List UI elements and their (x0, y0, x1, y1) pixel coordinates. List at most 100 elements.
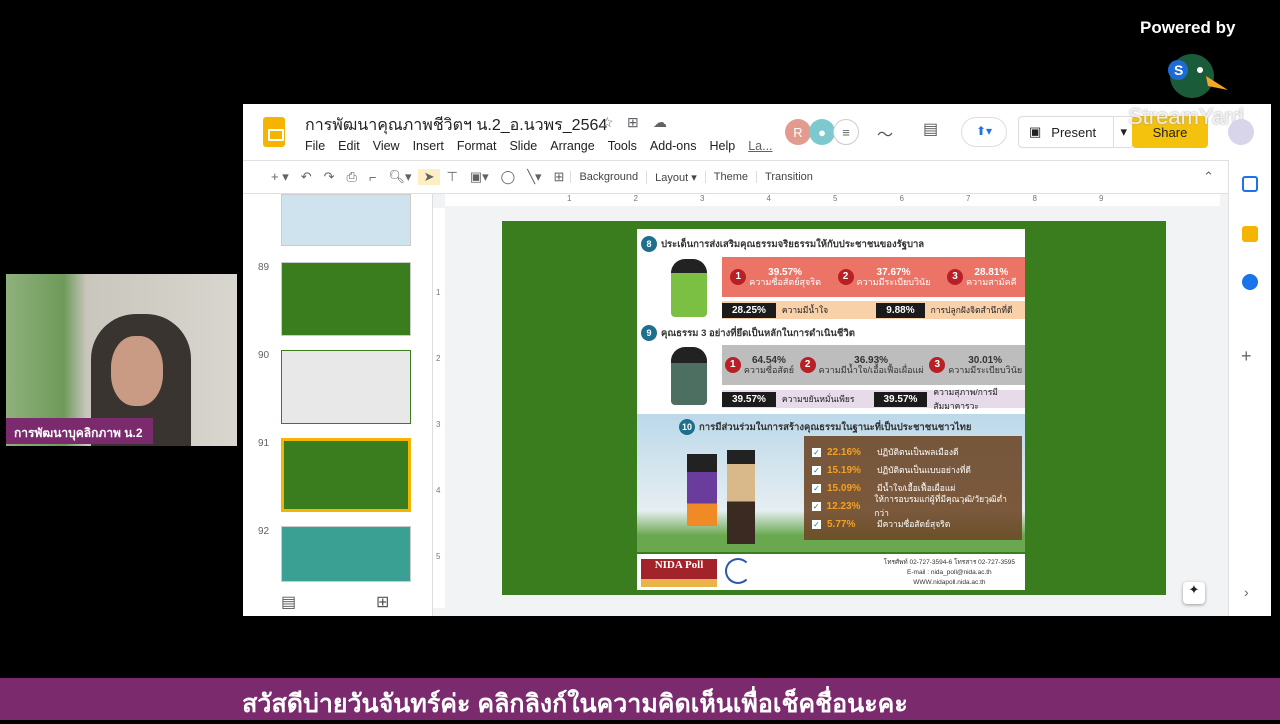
present-button[interactable]: ▣ Present ▾ (1018, 116, 1134, 148)
document-title[interactable]: การพัฒนาคุณภาพชีวิตฯ น.2_อ.นวพร_2564 (305, 113, 607, 138)
slide-editor: 1 2 3 4 5 6 7 8 9 1 2 3 4 5 8 ประเด็นการส่งเสริมคุณธร… (433, 194, 1228, 616)
print-icon[interactable]: ⎙ (341, 169, 363, 185)
account-avatar[interactable] (1228, 119, 1254, 145)
filmstrip-view-icon[interactable]: ▤ (281, 592, 296, 612)
text-box-icon[interactable]: ⊤ (440, 169, 463, 185)
percent-value: 22.16% (827, 446, 861, 458)
redo-icon[interactable]: ↷ (318, 169, 341, 185)
slide-canvas[interactable]: 8 ประเด็นการส่งเสริมคุณธรรมจริยธรรมให้กับ… (502, 221, 1166, 595)
layout-label: Layout (655, 171, 689, 184)
nida-poll-logo: NIDA Poll (641, 559, 717, 587)
last-edit-link[interactable]: La... (748, 139, 772, 153)
menu-view[interactable]: View (373, 139, 400, 153)
undo-icon[interactable]: ↶ (295, 169, 318, 185)
transition-button[interactable]: Transition (756, 171, 821, 183)
menu-format[interactable]: Format (457, 139, 497, 153)
value-block: 39.57% ความซื่อสัตย์สุจริต (749, 267, 821, 288)
ruler-mark: 5 (436, 552, 441, 561)
slide-thumbnail-91[interactable] (281, 438, 411, 512)
value-label: การปลูกฝังจิตสำนึกที่ดี (930, 305, 1013, 315)
layout-button[interactable]: Layout ▾ (646, 170, 705, 184)
svg-text:S: S (1174, 62, 1183, 78)
slide-thumbnail[interactable] (281, 194, 411, 246)
star-icon[interactable]: ☆ (601, 114, 614, 131)
value-label: ความมีระเบียบวินัย (856, 276, 931, 287)
top-item: 2 36.93% ความมีน้ำใจ/เอื้อเฟื้อเผื่อแผ่ (799, 355, 924, 376)
calendar-icon[interactable] (1242, 176, 1258, 192)
keep-icon[interactable] (1242, 226, 1258, 242)
comments-icon[interactable]: ▤ (923, 119, 938, 139)
section-title: คุณธรรม 3 อย่างที่ยึดเป็นหลักในการดำเนิน… (661, 327, 855, 339)
background-button[interactable]: Background (570, 171, 646, 183)
cloud-status-icon[interactable]: ☁ (653, 114, 667, 131)
horizontal-ruler[interactable]: 1 2 3 4 5 6 7 8 9 (445, 194, 1220, 206)
google-slides-window: การพัฒนาคุณภาพชีวิตฯ น.2_อ.นวพร_2564 ☆ ⊞… (243, 104, 1271, 616)
paint-format-icon[interactable]: ⌐ (363, 170, 383, 185)
couple-illustration (687, 454, 717, 544)
ruler-mark: 2 (436, 354, 441, 363)
grid-view-icon[interactable]: ⊞ (376, 592, 389, 612)
menu-tools[interactable]: Tools (608, 139, 637, 153)
activity-icon[interactable]: 〜 (877, 121, 893, 145)
value-block: 30.01% ความมีระเบียบวินัย (948, 355, 1022, 376)
menu-file[interactable]: File (305, 139, 325, 153)
menu-help[interactable]: Help (709, 139, 735, 153)
percent-value: 15.09% (827, 482, 861, 494)
menu-slide[interactable]: Slide (509, 139, 537, 153)
join-call-button[interactable]: ⬆▾ (961, 117, 1007, 147)
vertical-ruler[interactable]: 1 2 3 4 5 (433, 208, 445, 608)
move-folder-icon[interactable]: ⊞ (627, 114, 639, 131)
contact-email: E-mail : nida_poll@nida.ac.th (907, 568, 992, 576)
collapse-toolbar-icon[interactable]: ⌃ (1197, 169, 1220, 185)
comment-add-icon[interactable]: ⊞ (548, 169, 571, 185)
tasks-icon[interactable] (1242, 274, 1258, 290)
streamyard-watermark: StreamYard (1128, 104, 1244, 129)
menu-addons[interactable]: Add-ons (650, 139, 697, 153)
menu-edit[interactable]: Edit (338, 139, 360, 153)
section-number: 8 (641, 236, 657, 252)
top-item: 1 39.57% ความซื่อสัตย์สุจริต (730, 267, 821, 288)
select-icon[interactable]: ➤ (417, 169, 441, 185)
percent-value: 39.57% (722, 391, 776, 407)
infographic: 8 ประเด็นการส่งเสริมคุณธรรมจริยธรรมให้กับ… (637, 229, 1025, 590)
value-label: ความมีน้ำใจ (781, 305, 829, 315)
value-label: ความสุภาพ/การมีสัมมาคารวะ (933, 387, 998, 411)
section-number: 10 (679, 419, 695, 435)
shape-icon[interactable]: ◯ (495, 169, 522, 185)
line-icon[interactable]: ╲▾ (521, 169, 547, 185)
rank-badge: 2 (837, 268, 854, 285)
zoom-icon[interactable]: 🔍︎▾ (383, 169, 418, 185)
other-values: 28.25% ความมีน้ำใจ 9.88% การปลูกฝังจิตสำนึก… (722, 301, 1025, 319)
slide-thumbnail-92[interactable] (281, 526, 411, 582)
title-bar: การพัฒนาคุณภาพชีวิตฯ น.2_อ.นวพร_2564 ☆ ⊞… (243, 104, 1271, 160)
theme-button[interactable]: Theme (704, 171, 756, 183)
filmstrip[interactable]: 89 90 91 92 ▤ ⊞ (243, 194, 433, 616)
rank-badge: 1 (730, 268, 747, 285)
meet-icon[interactable]: ≡ (833, 119, 859, 145)
other-values: 39.57% ความขยันหมั่นเพียร 39.57% ความสุภาพ/… (722, 387, 1025, 411)
side-panel: + › (1228, 160, 1271, 616)
item-label: มีความซื่อสัตย์สุจริต (877, 519, 951, 529)
add-addon-icon[interactable]: + (1241, 346, 1252, 367)
menu-arrange[interactable]: Arrange (550, 139, 594, 153)
contact-web: WWW.nidapoll.nida.ac.th (913, 578, 986, 586)
avatar-user-icon[interactable]: ● (809, 119, 835, 145)
percent-value: 15.19% (827, 464, 861, 476)
explore-icon[interactable]: ✦ (1183, 582, 1205, 604)
ruler-mark: 4 (766, 194, 771, 203)
menu-insert[interactable]: Insert (413, 139, 444, 153)
top3-band: 1 64.54% ความซื่อสัตย์ 2 36.93% ความมีน้ำใจ/เ… (722, 345, 1025, 385)
expand-panel-icon[interactable]: › (1244, 584, 1249, 600)
present-icon: ▣ (1029, 124, 1042, 139)
rank-badge: 3 (947, 268, 964, 285)
slide-number: 90 (258, 350, 270, 361)
slide-thumbnail-89[interactable] (281, 262, 411, 336)
image-icon[interactable]: ▣▾ (464, 169, 495, 185)
avatar[interactable]: R (785, 119, 811, 145)
girl-illustration (671, 347, 707, 405)
slide-thumbnail-90[interactable] (281, 350, 411, 424)
emblem-logo-icon (725, 558, 751, 584)
value-label: ความซื่อสัตย์ (743, 364, 794, 375)
slides-logo-icon[interactable] (263, 117, 285, 147)
new-slide-icon[interactable]: + ▾ (265, 169, 295, 185)
